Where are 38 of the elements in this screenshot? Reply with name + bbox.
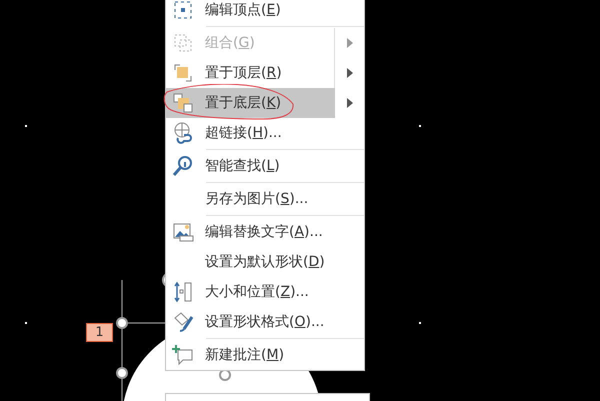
resize-handle[interactable] — [116, 367, 128, 379]
size-position-icon — [172, 281, 194, 303]
menu-item-label: 置于顶层(R) — [205, 64, 282, 82]
menu-item[interactable]: 编辑替换文字(A)... — [166, 217, 364, 247]
group-icon — [172, 32, 194, 54]
bring-to-front-icon — [172, 62, 194, 84]
comment-add-icon — [172, 344, 194, 366]
send-to-back-icon — [172, 92, 194, 114]
menu-item[interactable]: 智能查找(L) — [166, 151, 364, 184]
menu-item[interactable]: 设置形状格式(O)... — [166, 307, 364, 340]
vertices-icon — [172, 0, 194, 21]
menu-item-label: 设置为默认形状(D) — [205, 252, 325, 272]
resize-handle[interactable] — [116, 317, 128, 329]
submenu-arrow-icon — [346, 68, 352, 78]
slide-number-tag: 1 — [86, 323, 113, 342]
picture-icon — [172, 221, 194, 243]
menu-item[interactable]: 设置为默认形状(D) — [166, 247, 364, 277]
menu-item[interactable]: 新建批注(M) — [166, 340, 364, 370]
menu-item[interactable]: 超链接(H)... — [166, 118, 364, 151]
menu-item[interactable]: 置于底层(K) — [166, 88, 364, 118]
globe-link-icon — [172, 122, 194, 144]
menu-item[interactable]: 大小和位置(Z)... — [166, 277, 364, 307]
menu-item-label: 组合(G) — [205, 34, 255, 52]
menu-item-label: 编辑顶点(E) — [205, 0, 281, 20]
magnifier-icon — [172, 155, 194, 177]
menu-item-label: 超链接(H)... — [205, 124, 282, 142]
menu-item-label: 大小和位置(Z)... — [205, 282, 309, 302]
menu-item[interactable]: 另存为图片(S)... — [166, 184, 364, 217]
submenu-arrow-icon — [346, 38, 352, 48]
menu-item-label: 另存为图片(S)... — [205, 190, 308, 208]
menu-item[interactable]: 编辑顶点(E) — [166, 0, 364, 28]
menu-item-label: 设置形状格式(O)... — [205, 312, 324, 332]
menu-item-label: 新建批注(M) — [205, 346, 284, 364]
submenu-arrow-icon — [346, 98, 352, 108]
menu-item-label: 智能查找(L) — [205, 156, 280, 176]
menu-item-label: 置于底层(K) — [205, 94, 282, 112]
menu-item-label: 编辑替换文字(A)... — [205, 222, 323, 242]
paint-bucket-icon — [172, 311, 194, 333]
